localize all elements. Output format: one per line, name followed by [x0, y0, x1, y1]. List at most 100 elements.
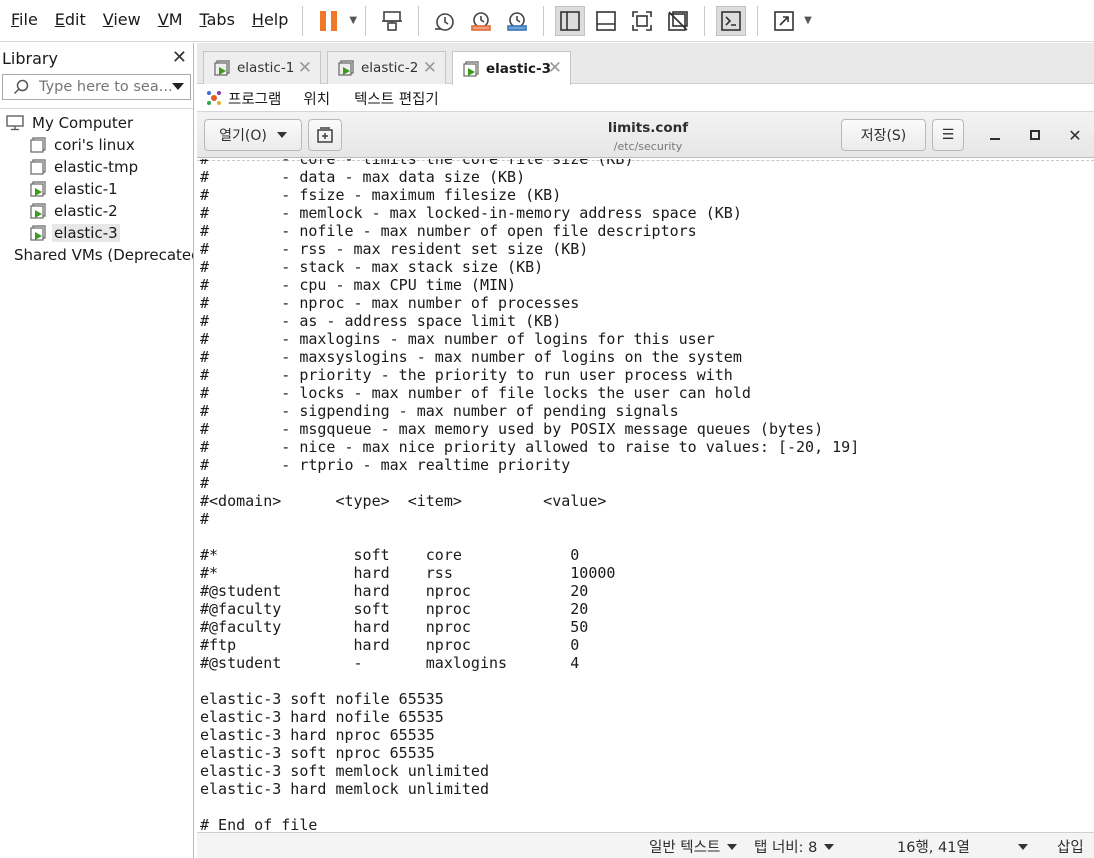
menu-file[interactable]: File	[5, 0, 44, 42]
library-title: Library	[2, 48, 58, 68]
revert-snapshot-icon	[471, 11, 491, 31]
unity-mode-icon	[668, 10, 688, 31]
library-panel: Library ✕ My Computer cori's linux	[0, 43, 194, 858]
unity-button[interactable]	[663, 6, 693, 36]
minimize-icon	[990, 138, 1000, 140]
tree-item-coris-linux[interactable]: cori's linux	[0, 134, 193, 156]
document-path: /etc/security	[613, 140, 683, 153]
snapshot-button[interactable]	[430, 6, 460, 36]
tree-item-elastic-1[interactable]: elastic-1	[0, 178, 193, 200]
monitor-icon	[6, 115, 24, 131]
hamburger-menu-button[interactable]: ☰	[932, 119, 964, 151]
terminal-icon	[721, 10, 741, 31]
programs-label: 프로그램	[228, 91, 282, 108]
vm-running-icon	[30, 203, 46, 219]
tab-width-selector[interactable]: 탭 너비: 8	[754, 836, 835, 857]
maximize-button[interactable]	[1024, 124, 1046, 146]
vm-running-icon	[30, 225, 46, 241]
tree-item-elastic-3[interactable]: elastic-3	[0, 222, 193, 244]
tree-item-label: cori's linux	[54, 136, 135, 154]
show-library-button[interactable]	[555, 5, 586, 36]
gnome-top-bar: 프로그램 위치 텍스트 편집기	[197, 85, 1094, 111]
language-label: 일반 텍스트	[649, 840, 721, 856]
toolbar-separator	[543, 5, 545, 36]
tab-label: elastic-3	[486, 60, 552, 77]
gedit-statusbar: 일반 텍스트 탭 너비: 8 16행, 41열 삽입	[197, 832, 1094, 858]
stretch-dropdown-icon[interactable]: ▼	[804, 15, 812, 26]
vm-tab-bar: elastic-1 ✕ elastic-2 ✕ elastic-3 ✕	[197, 43, 1094, 85]
chevron-down-icon[interactable]	[1018, 844, 1028, 850]
fullscreen-button[interactable]	[627, 6, 657, 36]
file-content[interactable]: # - core - limits the core file size (KB…	[200, 159, 859, 832]
menu-vm[interactable]: VM	[152, 0, 189, 42]
gedit-headerbar: 열기(O) limits.conf /etc/security 저장(S) ☰ …	[197, 111, 1094, 158]
insert-mode-indicator[interactable]: 삽입	[1057, 836, 1084, 857]
insert-mode-label: 삽입	[1057, 840, 1084, 856]
pause-button[interactable]	[314, 6, 344, 36]
toolbar-separator	[365, 5, 367, 36]
bottom-panel-layout-icon	[596, 10, 616, 31]
hamburger-menu-icon: ☰	[941, 127, 955, 143]
maximize-icon	[1030, 130, 1040, 140]
cursor-position[interactable]: 16행, 41열	[897, 836, 970, 857]
search-dropdown-icon[interactable]	[172, 83, 184, 90]
editor-text-area[interactable]: # - core - limits the core file size (KB…	[197, 159, 1094, 832]
tab-close-icon[interactable]: ✕	[298, 58, 312, 78]
vm-stopped-icon	[30, 159, 46, 175]
stretch-icon	[774, 10, 794, 31]
menu-view[interactable]: View	[97, 0, 147, 42]
menu-tabs[interactable]: Tabs	[194, 0, 241, 42]
places-menu[interactable]: 위치	[303, 88, 330, 109]
programs-menu[interactable]: 프로그램	[206, 88, 281, 109]
pause-icon	[320, 10, 338, 31]
minimize-button[interactable]	[984, 124, 1006, 146]
tab-label: elastic-1	[237, 60, 295, 76]
tree-item-elastic-2[interactable]: elastic-2	[0, 200, 193, 222]
vm-running-icon	[338, 60, 354, 76]
document-title: limits.conf	[607, 120, 689, 136]
tree-item-label: elastic-3	[52, 224, 120, 242]
save-button[interactable]: 저장(S)	[841, 119, 926, 151]
fullscreen-icon	[632, 10, 652, 31]
tab-elastic-3[interactable]: elastic-3 ✕	[452, 51, 571, 85]
toolbar-separator	[302, 5, 304, 36]
language-selector[interactable]: 일반 텍스트	[649, 836, 738, 857]
tab-label: elastic-2	[361, 60, 419, 76]
pause-dropdown-icon[interactable]: ▼	[349, 15, 357, 26]
stretch-guest-button[interactable]	[769, 6, 799, 36]
library-search-box[interactable]	[2, 74, 191, 100]
tab-close-icon[interactable]: ✕	[548, 58, 562, 78]
tree-item-my-computer[interactable]: My Computer	[0, 112, 193, 134]
menu-help[interactable]: Help	[246, 0, 294, 42]
library-search-input[interactable]	[39, 79, 179, 95]
tree-item-shared-vms[interactable]: Shared VMs (Deprecated)	[0, 244, 193, 266]
tree-item-label: elastic-1	[54, 180, 118, 198]
send-ctrl-alt-del-button[interactable]	[377, 6, 407, 36]
tree-item-elastic-tmp[interactable]: elastic-tmp	[0, 156, 193, 178]
snapshot-clock-icon	[435, 12, 454, 31]
library-close-button[interactable]: ✕	[172, 49, 187, 67]
new-document-button[interactable]	[308, 119, 342, 151]
open-file-button[interactable]: 열기(O)	[204, 119, 302, 151]
window-close-button[interactable]: ✕	[1064, 124, 1086, 146]
chevron-down-icon	[727, 843, 738, 850]
text-editor-app-menu[interactable]: 텍스트 편집기	[354, 88, 439, 109]
menu-edit[interactable]: Edit	[49, 0, 92, 42]
tab-elastic-2[interactable]: elastic-2 ✕	[327, 51, 446, 84]
show-thumbnail-bar-button[interactable]	[591, 6, 621, 36]
vm-stopped-icon	[30, 137, 46, 153]
console-view-button[interactable]	[716, 5, 747, 36]
vm-running-icon	[30, 181, 46, 197]
gnome-foot-icon	[207, 91, 221, 105]
tree-item-label: My Computer	[32, 114, 134, 132]
snapshot-manager-button[interactable]	[502, 6, 532, 36]
open-file-label: 열기(O)	[219, 128, 267, 144]
tab-close-icon[interactable]: ✕	[423, 58, 437, 78]
chevron-down-icon	[824, 843, 835, 850]
library-tree: My Computer cori's linux elastic-tmp ela…	[0, 108, 193, 266]
toolbar-separator	[757, 5, 759, 36]
tab-elastic-1[interactable]: elastic-1 ✕	[203, 51, 321, 84]
vm-console-pane: elastic-1 ✕ elastic-2 ✕ elastic-3 ✕ 프로그램…	[197, 43, 1094, 858]
vm-running-icon	[463, 60, 479, 77]
revert-snapshot-button[interactable]	[466, 6, 496, 36]
